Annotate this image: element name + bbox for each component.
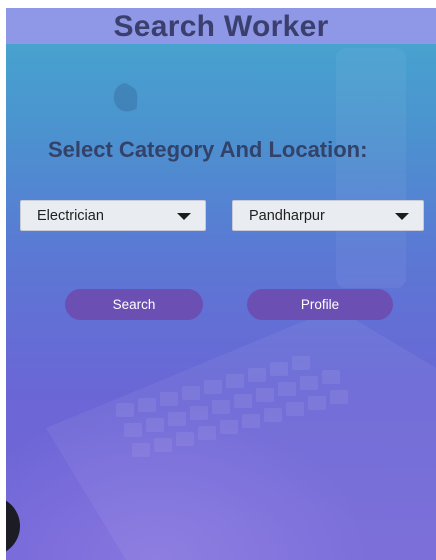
- category-dropdown[interactable]: Electrician: [20, 200, 206, 231]
- app-screen: Search Worker Select Category And Locati…: [6, 8, 436, 560]
- search-button[interactable]: Search: [65, 289, 203, 320]
- floating-action-button[interactable]: [6, 496, 20, 556]
- location-selected-value: Pandharpur: [249, 208, 325, 224]
- app-header: Search Worker: [6, 8, 436, 44]
- page-title: Search Worker: [113, 10, 329, 43]
- caret-down-icon: [395, 213, 409, 220]
- category-selected-value: Electrician: [37, 208, 104, 224]
- select-prompt: Select Category And Location:: [48, 137, 368, 162]
- caret-down-icon: [177, 213, 191, 220]
- location-dropdown[interactable]: Pandharpur: [232, 200, 424, 231]
- profile-button[interactable]: Profile: [247, 289, 393, 320]
- background-laptop-image: [46, 48, 436, 560]
